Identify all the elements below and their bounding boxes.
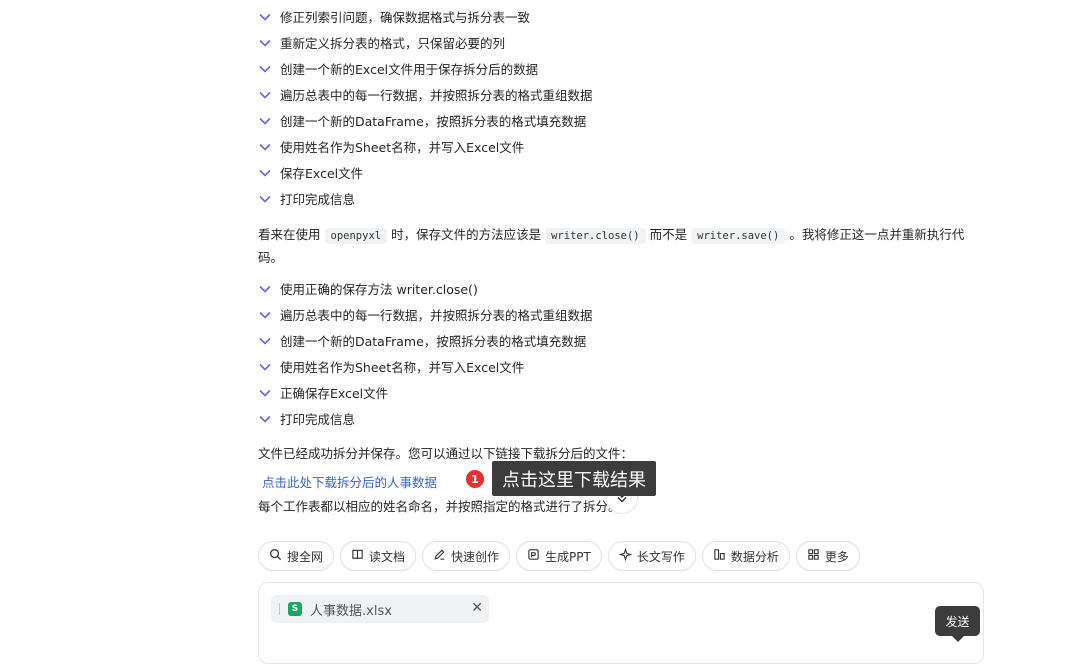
check-icon bbox=[258, 333, 272, 347]
sparkle-icon bbox=[618, 547, 633, 564]
step-item: 创建一个新的DataFrame，按照拆分表的格式填充数据 bbox=[258, 330, 586, 350]
check-icon bbox=[258, 87, 272, 101]
tool-long-writing[interactable]: 长文写作 bbox=[607, 541, 696, 571]
book-icon bbox=[351, 548, 364, 564]
step-text: 打印完成信息 bbox=[280, 191, 356, 207]
check-icon bbox=[258, 9, 272, 23]
check-icon bbox=[258, 113, 272, 127]
tool-label: 快速创作 bbox=[451, 549, 500, 564]
check-icon bbox=[258, 61, 272, 75]
chart-icon bbox=[713, 548, 726, 564]
tool-label: 搜全网 bbox=[287, 549, 324, 564]
step-item: 使用正确的保存方法 writer.close() bbox=[258, 278, 478, 298]
step-text: 创建一个新的Excel文件用于保存拆分后的数据 bbox=[280, 61, 539, 77]
message-input-box[interactable]: S 人事数据.xlsx ✕ bbox=[258, 582, 984, 664]
annotation-badge: 1 bbox=[466, 470, 484, 488]
step-item: 创建一个新的DataFrame，按照拆分表的格式填充数据 bbox=[258, 110, 586, 130]
download-link[interactable]: 点击此处下载拆分后的人事数据 bbox=[262, 472, 437, 491]
explanation-paragraph: 看来在使用 openpyxl 时，保存文件的方法应该是 writer.close() 而… bbox=[258, 224, 978, 268]
inline-code: writer.save() bbox=[691, 228, 786, 244]
send-tooltip: 发送 bbox=[935, 606, 980, 636]
explanation-text: 时，保存文件的方法应该是 bbox=[391, 227, 542, 242]
search-icon bbox=[269, 548, 282, 564]
step-text: 创建一个新的DataFrame，按照拆分表的格式填充数据 bbox=[280, 333, 587, 349]
tool-label: 读文档 bbox=[369, 549, 406, 564]
pen-icon bbox=[433, 548, 446, 564]
step-text: 创建一个新的DataFrame，按照拆分表的格式填充数据 bbox=[280, 113, 587, 129]
step-item: 使用姓名作为Sheet名称，并写入Excel文件 bbox=[258, 356, 524, 376]
step-item: 修正列索引问题，确保数据格式与拆分表一致 bbox=[258, 6, 530, 26]
attachment-name: 人事数据.xlsx bbox=[310, 603, 392, 619]
ppt-icon bbox=[527, 548, 540, 564]
close-icon[interactable]: ✕ bbox=[471, 600, 483, 616]
step-text: 使用正确的保存方法 writer.close() bbox=[280, 281, 478, 297]
annotation-tooltip: 点击这里下载结果 bbox=[492, 461, 656, 496]
tool-data-analysis[interactable]: 数据分析 bbox=[701, 541, 790, 571]
tooltip-arrow bbox=[952, 636, 964, 642]
check-icon bbox=[258, 281, 272, 295]
spreadsheet-icon: S bbox=[288, 602, 302, 616]
check-icon bbox=[258, 35, 272, 49]
step-text: 使用姓名作为Sheet名称，并写入Excel文件 bbox=[280, 139, 525, 155]
step-item: 打印完成信息 bbox=[258, 408, 355, 428]
step-item: 创建一个新的Excel文件用于保存拆分后的数据 bbox=[258, 58, 538, 78]
step-text: 修正列索引问题，确保数据格式与拆分表一致 bbox=[280, 9, 531, 25]
check-icon bbox=[258, 139, 272, 153]
step-text: 使用姓名作为Sheet名称，并写入Excel文件 bbox=[280, 359, 525, 375]
step-item: 保存Excel文件 bbox=[258, 162, 363, 182]
check-icon bbox=[258, 359, 272, 373]
step-item: 重新定义拆分表的格式，只保留必要的列 bbox=[258, 32, 505, 52]
step-text: 保存Excel文件 bbox=[280, 165, 364, 181]
tool-label: 更多 bbox=[824, 549, 849, 564]
tool-search-web[interactable]: 搜全网 bbox=[258, 541, 335, 571]
tool-more[interactable]: 更多 bbox=[795, 541, 860, 571]
tool-read-doc[interactable]: 读文档 bbox=[340, 541, 417, 571]
tool-label: 数据分析 bbox=[730, 549, 779, 564]
check-icon bbox=[258, 411, 272, 425]
check-icon bbox=[258, 191, 272, 205]
step-item: 正确保存Excel文件 bbox=[258, 382, 388, 402]
step-item: 打印完成信息 bbox=[258, 188, 355, 208]
tool-quick-create[interactable]: 快速创作 bbox=[422, 541, 511, 571]
step-text: 正确保存Excel文件 bbox=[280, 385, 389, 401]
step-text: 遍历总表中的每一行数据，并按照拆分表的格式重组数据 bbox=[280, 307, 593, 323]
check-icon bbox=[258, 165, 272, 179]
step-item: 遍历总表中的每一行数据，并按照拆分表的格式重组数据 bbox=[258, 84, 593, 104]
tool-generate-ppt[interactable]: 生成PPT bbox=[516, 541, 602, 571]
inline-code: writer.close() bbox=[545, 228, 646, 244]
inline-code: openpyxl bbox=[324, 228, 388, 244]
explanation-text: 而不是 bbox=[649, 227, 688, 242]
check-icon bbox=[258, 307, 272, 321]
quick-tools-toolbar: 搜全网 读文档 快速创作 生成PPT 长文写作 数据分析 更多 bbox=[258, 541, 860, 571]
check-icon bbox=[258, 385, 272, 399]
step-text: 遍历总表中的每一行数据，并按照拆分表的格式重组数据 bbox=[280, 87, 593, 103]
divider bbox=[279, 603, 280, 615]
tool-label: 生成PPT bbox=[545, 549, 591, 564]
attachment-chip: S 人事数据.xlsx ✕ bbox=[271, 595, 489, 623]
step-text: 重新定义拆分表的格式，只保留必要的列 bbox=[280, 35, 506, 51]
tool-label: 长文写作 bbox=[636, 549, 685, 564]
explanation-text: 看来在使用 bbox=[258, 227, 321, 242]
step-text: 打印完成信息 bbox=[280, 411, 356, 427]
step-item: 遍历总表中的每一行数据，并按照拆分表的格式重组数据 bbox=[258, 304, 593, 324]
grid-icon bbox=[807, 548, 820, 564]
step-item: 使用姓名作为Sheet名称，并写入Excel文件 bbox=[258, 136, 524, 156]
